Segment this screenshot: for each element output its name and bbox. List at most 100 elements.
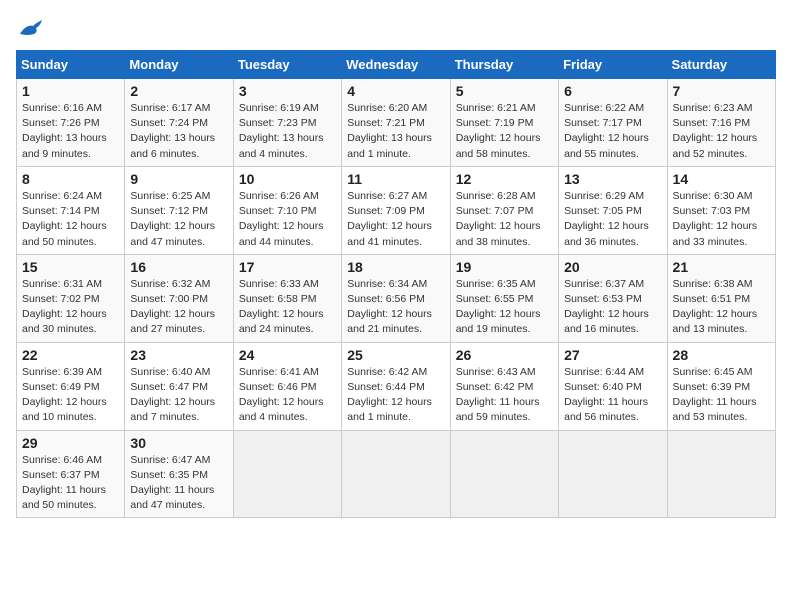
calendar-week-row: 22Sunrise: 6:39 AM Sunset: 6:49 PM Dayli… <box>17 342 776 430</box>
day-number: 16 <box>130 259 227 275</box>
day-info: Sunrise: 6:23 AM Sunset: 7:16 PM Dayligh… <box>673 101 770 162</box>
day-number: 4 <box>347 83 444 99</box>
calendar-cell <box>233 430 341 518</box>
calendar-cell <box>342 430 450 518</box>
day-number: 21 <box>673 259 770 275</box>
calendar-cell: 24 Sunrise: 6:41 AM Sunset: 6:46 PM Dayli… <box>233 342 341 430</box>
day-number: 25 <box>347 347 444 363</box>
day-number: 19 <box>456 259 553 275</box>
day-info: Sunrise: 6:30 AM Sunset: 7:03 PM Dayligh… <box>673 189 770 250</box>
calendar-week-row: 1 Sunrise: 6:16 AM Sunset: 7:26 PM Daylig… <box>17 79 776 167</box>
day-info: Sunrise: 6:20 AM Sunset: 7:21 PM Dayligh… <box>347 101 444 162</box>
day-header-monday: Monday <box>125 51 233 79</box>
calendar-cell: 10 Sunrise: 6:26 AM Sunset: 7:10 PM Dayli… <box>233 166 341 254</box>
day-number: 1 <box>22 83 119 99</box>
calendar-cell: 28 Sunrise: 6:45 AM Sunset: 6:39 PM Dayli… <box>667 342 775 430</box>
day-number: 3 <box>239 83 336 99</box>
day-info: Sunrise: 6:25 AM Sunset: 7:12 PM Dayligh… <box>130 189 227 250</box>
day-info: Sunrise: 6:17 AM Sunset: 7:24 PM Dayligh… <box>130 101 227 162</box>
day-info: Sunrise: 6:31 AM Sunset: 7:02 PM Dayligh… <box>22 277 119 338</box>
calendar-cell: 30 Sunrise: 6:47 AM Sunset: 6:35 PM Dayli… <box>125 430 233 518</box>
day-info: Sunrise: 6:34 AM Sunset: 6:56 PM Dayligh… <box>347 277 444 338</box>
calendar-cell: 9Sunrise: 6:25 AM Sunset: 7:12 PM Daylig… <box>125 166 233 254</box>
day-info: Sunrise: 6:44 AM Sunset: 6:40 PM Dayligh… <box>564 365 661 426</box>
calendar-cell: 1 Sunrise: 6:16 AM Sunset: 7:26 PM Daylig… <box>17 79 125 167</box>
day-number: 20 <box>564 259 661 275</box>
calendar-week-row: 29Sunrise: 6:46 AM Sunset: 6:37 PM Dayli… <box>17 430 776 518</box>
calendar-cell: 25 Sunrise: 6:42 AM Sunset: 6:44 PM Dayli… <box>342 342 450 430</box>
day-number: 29 <box>22 435 119 451</box>
day-info: Sunrise: 6:42 AM Sunset: 6:44 PM Dayligh… <box>347 365 444 426</box>
day-number: 18 <box>347 259 444 275</box>
calendar-cell: 7 Sunrise: 6:23 AM Sunset: 7:16 PM Daylig… <box>667 79 775 167</box>
calendar-cell: 14Sunrise: 6:30 AM Sunset: 7:03 PM Dayli… <box>667 166 775 254</box>
calendar-cell: 4 Sunrise: 6:20 AM Sunset: 7:21 PM Daylig… <box>342 79 450 167</box>
day-number: 5 <box>456 83 553 99</box>
day-number: 12 <box>456 171 553 187</box>
day-number: 22 <box>22 347 119 363</box>
day-info: Sunrise: 6:27 AM Sunset: 7:09 PM Dayligh… <box>347 189 444 250</box>
day-info: Sunrise: 6:26 AM Sunset: 7:10 PM Dayligh… <box>239 189 336 250</box>
calendar-cell: 19 Sunrise: 6:35 AM Sunset: 6:55 PM Dayli… <box>450 254 558 342</box>
day-info: Sunrise: 6:41 AM Sunset: 6:46 PM Dayligh… <box>239 365 336 426</box>
day-number: 10 <box>239 171 336 187</box>
day-number: 24 <box>239 347 336 363</box>
calendar-cell: 2 Sunrise: 6:17 AM Sunset: 7:24 PM Daylig… <box>125 79 233 167</box>
day-number: 2 <box>130 83 227 99</box>
day-number: 13 <box>564 171 661 187</box>
day-info: Sunrise: 6:32 AM Sunset: 7:00 PM Dayligh… <box>130 277 227 338</box>
calendar-week-row: 8 Sunrise: 6:24 AM Sunset: 7:14 PM Daylig… <box>17 166 776 254</box>
calendar-cell: 6 Sunrise: 6:22 AM Sunset: 7:17 PM Daylig… <box>559 79 667 167</box>
calendar-cell: 23 Sunrise: 6:40 AM Sunset: 6:47 PM Dayli… <box>125 342 233 430</box>
calendar-cell: 27 Sunrise: 6:44 AM Sunset: 6:40 PM Dayli… <box>559 342 667 430</box>
calendar-cell <box>559 430 667 518</box>
logo <box>16 16 48 38</box>
day-number: 6 <box>564 83 661 99</box>
day-number: 26 <box>456 347 553 363</box>
day-info: Sunrise: 6:37 AM Sunset: 6:53 PM Dayligh… <box>564 277 661 338</box>
calendar-cell: 16 Sunrise: 6:32 AM Sunset: 7:00 PM Dayli… <box>125 254 233 342</box>
day-info: Sunrise: 6:24 AM Sunset: 7:14 PM Dayligh… <box>22 189 119 250</box>
day-info: Sunrise: 6:29 AM Sunset: 7:05 PM Dayligh… <box>564 189 661 250</box>
day-header-saturday: Saturday <box>667 51 775 79</box>
day-header-tuesday: Tuesday <box>233 51 341 79</box>
day-number: 23 <box>130 347 227 363</box>
day-info: Sunrise: 6:33 AM Sunset: 6:58 PM Dayligh… <box>239 277 336 338</box>
day-number: 27 <box>564 347 661 363</box>
calendar-cell: 12 Sunrise: 6:28 AM Sunset: 7:07 PM Dayli… <box>450 166 558 254</box>
calendar-cell: 26 Sunrise: 6:43 AM Sunset: 6:42 PM Dayli… <box>450 342 558 430</box>
calendar-cell: 18 Sunrise: 6:34 AM Sunset: 6:56 PM Dayli… <box>342 254 450 342</box>
day-info: Sunrise: 6:45 AM Sunset: 6:39 PM Dayligh… <box>673 365 770 426</box>
day-info: Sunrise: 6:16 AM Sunset: 7:26 PM Dayligh… <box>22 101 119 162</box>
calendar-cell: 8 Sunrise: 6:24 AM Sunset: 7:14 PM Daylig… <box>17 166 125 254</box>
day-header-thursday: Thursday <box>450 51 558 79</box>
day-info: Sunrise: 6:38 AM Sunset: 6:51 PM Dayligh… <box>673 277 770 338</box>
calendar-cell: 17 Sunrise: 6:33 AM Sunset: 6:58 PM Dayli… <box>233 254 341 342</box>
day-header-wednesday: Wednesday <box>342 51 450 79</box>
day-number: 17 <box>239 259 336 275</box>
day-info: Sunrise: 6:47 AM Sunset: 6:35 PM Dayligh… <box>130 453 227 514</box>
page-header <box>16 16 776 38</box>
day-info: Sunrise: 6:40 AM Sunset: 6:47 PM Dayligh… <box>130 365 227 426</box>
day-header-friday: Friday <box>559 51 667 79</box>
calendar-cell: 21 Sunrise: 6:38 AM Sunset: 6:51 PM Dayli… <box>667 254 775 342</box>
day-number: 30 <box>130 435 227 451</box>
logo-icon <box>16 16 44 38</box>
calendar-cell <box>450 430 558 518</box>
day-info: Sunrise: 6:22 AM Sunset: 7:17 PM Dayligh… <box>564 101 661 162</box>
day-info: Sunrise: 6:28 AM Sunset: 7:07 PM Dayligh… <box>456 189 553 250</box>
calendar-table: SundayMondayTuesdayWednesdayThursdayFrid… <box>16 50 776 518</box>
day-info: Sunrise: 6:35 AM Sunset: 6:55 PM Dayligh… <box>456 277 553 338</box>
day-number: 28 <box>673 347 770 363</box>
calendar-cell: 11Sunrise: 6:27 AM Sunset: 7:09 PM Dayli… <box>342 166 450 254</box>
day-info: Sunrise: 6:19 AM Sunset: 7:23 PM Dayligh… <box>239 101 336 162</box>
calendar-cell: 22Sunrise: 6:39 AM Sunset: 6:49 PM Dayli… <box>17 342 125 430</box>
day-info: Sunrise: 6:43 AM Sunset: 6:42 PM Dayligh… <box>456 365 553 426</box>
day-number: 15 <box>22 259 119 275</box>
day-number: 7 <box>673 83 770 99</box>
day-header-sunday: Sunday <box>17 51 125 79</box>
calendar-body: 1 Sunrise: 6:16 AM Sunset: 7:26 PM Daylig… <box>17 79 776 518</box>
calendar-cell <box>667 430 775 518</box>
calendar-week-row: 15 Sunrise: 6:31 AM Sunset: 7:02 PM Dayli… <box>17 254 776 342</box>
day-number: 8 <box>22 171 119 187</box>
